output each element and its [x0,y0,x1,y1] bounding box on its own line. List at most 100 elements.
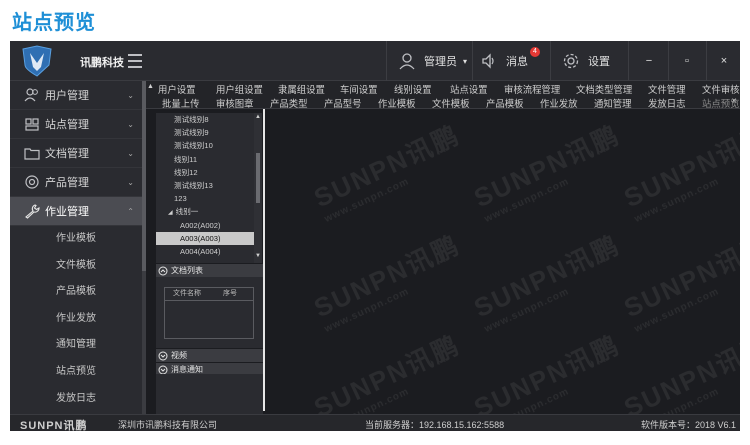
tree-node-selected[interactable]: A003(A003) [156,231,254,245]
tab-membership-settings[interactable]: 隶属组设置 [278,82,325,95]
sidebar-item-label: 产品管理 [45,177,89,189]
chevron-down-icon: ⌄ [127,90,134,100]
tree-scrollbar[interactable]: ▲ ▼ [254,113,262,263]
expand-icon [158,351,168,360]
collapse-icon [158,266,168,275]
tree-node[interactable]: 测试线别8 [156,113,254,126]
scroll-down-icon[interactable]: ▼ [254,253,262,259]
watermark: SUNPN讯鹏 www.sunpn.com [309,229,465,335]
doc-list-panel: 文件名称 序号 [156,277,263,348]
tree-node[interactable]: A002(A002) [156,219,254,232]
tab-approval-flow[interactable]: 审核流程管理 [504,82,560,95]
sidebar-subitem-product-template[interactable]: 产品模板 [10,279,142,306]
tab-job-distribution[interactable]: 作业发放 [540,96,578,108]
column-header-index[interactable]: 序号 [223,288,237,300]
tab-user-settings[interactable]: 用户设置 [158,82,196,95]
sidebar-subitem-notice-management[interactable]: 通知管理 [10,332,142,359]
column-header-file-name[interactable]: 文件名称 [173,288,201,300]
tab-file-review[interactable]: 文件审核 [702,82,740,95]
tree-node[interactable]: 测试线别9 [156,126,254,139]
tree-node-expanded[interactable]: ◢ 线别一 [156,205,254,218]
tab-workshop-settings[interactable]: 车间设置 [340,82,378,95]
tree-node[interactable]: 线别12 [156,166,254,179]
message-button[interactable]: 消息 [480,41,528,81]
tab-product-type[interactable]: 产品类型 [270,96,308,108]
wrench-icon [25,204,40,219]
sidebar-subitem-site-preview[interactable]: 站点预览 [10,359,142,386]
panel-splitter[interactable] [263,109,265,411]
sidebar-item-label: 用户管理 [45,90,89,102]
tab-distribution-log[interactable]: 发放日志 [648,96,686,108]
settings-label: 设置 [588,56,610,68]
speaker-icon [482,53,494,69]
sidebar-subitem-file-template[interactable]: 文件模板 [10,253,142,280]
folder-icon [24,148,40,160]
tab-site-settings[interactable]: 站点设置 [450,82,488,95]
sidebar-subitem-job-distribution[interactable]: 作业发放 [10,306,142,333]
scroll-up-icon[interactable]: ▲ [147,83,154,90]
gear-icon [563,53,579,69]
tab-bar-primary: ▲ 用户设置 用户组设置 隶属组设置 车间设置 线别设置 站点设置 审核流程管理… [146,81,740,95]
company-name: 深圳市讯鹏科技有限公司 [118,420,218,430]
scroll-up-icon[interactable]: ▲ [254,114,262,120]
table-divider [165,300,253,301]
chevron-up-icon: ⌃ [127,206,134,216]
users-icon [24,88,38,102]
settings-button[interactable]: 设置 [562,41,610,81]
minimize-button[interactable]: − [632,41,666,81]
tab-batch-upload[interactable]: 批量上传 [162,96,200,108]
hamburger-icon[interactable] [128,50,142,72]
footer-logo: SUNPN讯鹏 [20,420,88,431]
sidebar-item-document-management[interactable]: 文档管理 ⌄ [10,139,142,168]
panel-background [156,374,263,414]
product-icon [25,175,39,189]
maximize-button[interactable]: ▫ [670,41,704,81]
expand-icon [158,365,168,374]
tree-node-label: 线别一 [175,207,199,217]
tab-bar-secondary: 批量上传 审核图章 产品类型 产品型号 作业模板 文件模板 产品模板 作业发放 … [146,95,740,109]
tab-file-template[interactable]: 文件模板 [432,96,470,108]
chevron-down-icon: ⌄ [127,177,134,187]
tree-node[interactable]: 测试线别10 [156,139,254,152]
brand-shield-icon [22,45,52,77]
sidebar-item-product-management[interactable]: 产品管理 ⌄ [10,168,142,197]
tree-node[interactable]: A004(A004) [156,245,254,258]
tab-review-stamp[interactable]: 审核图章 [216,96,254,108]
software-version: 软件版本号：2018 V6.1 [641,420,737,430]
sidebar-item-user-management[interactable]: 用户管理 ⌄ [10,81,142,110]
chevron-down-icon: ▾ [463,56,468,66]
tab-line-settings[interactable]: 线别设置 [394,82,432,95]
close-icon[interactable]: ✕ [731,97,737,105]
tab-job-template[interactable]: 作业模板 [378,96,416,108]
tab-user-group-settings[interactable]: 用户组设置 [216,82,263,95]
doc-list-header[interactable]: 文档列表 [156,264,263,277]
sidebar-scrollbar[interactable] [142,81,146,414]
tab-doc-type[interactable]: 文档类型管理 [576,82,632,95]
sidebar-item-site-management[interactable]: 站点管理 ⌄ [10,110,142,139]
brand-name: 讯鹏科技 [80,57,124,69]
app-window: SUNPN讯鹏 www.sunpn.com SUNPN讯鹏 www.sunpn.co… [10,41,740,431]
user-menu[interactable]: 管理员 ▾ [398,41,467,81]
video-panel-title: 视频 [171,351,187,360]
line-tree: 测试线别8 测试线别9 测试线别10 线别11 线别12 测试线别13 123 … [156,113,254,263]
message-count-badge: 4 [530,47,540,57]
caret-down-icon: ◢ [168,210,173,217]
sidebar-subitem-distribution-log[interactable]: 发放日志 [10,386,142,413]
sidebar-item-label: 文档管理 [45,148,89,160]
doc-table: 文件名称 序号 [164,287,254,339]
tree-node[interactable]: 123 [156,192,254,205]
tree-node[interactable]: 线别11 [156,153,254,166]
scrollbar-thumb[interactable] [256,153,260,203]
tab-file-management[interactable]: 文件管理 [648,82,686,95]
close-button[interactable]: × [707,41,740,81]
sidebar-item-label: 站点管理 [45,119,89,131]
video-panel-header[interactable]: 视频 [156,349,263,362]
tree-node[interactable]: 测试线别13 [156,179,254,192]
tab-product-template[interactable]: 产品模板 [486,96,524,108]
sidebar-subitem-job-template[interactable]: 作业模板 [10,226,142,253]
tab-notice-management[interactable]: 通知管理 [594,96,632,108]
watermark: SUNPN讯鹏 www.sunpn.com [619,229,740,335]
tab-product-model[interactable]: 产品型号 [324,96,362,108]
sidebar-item-job-management[interactable]: 作业管理 ⌃ [10,197,142,226]
doc-list-title: 文档列表 [171,266,203,275]
